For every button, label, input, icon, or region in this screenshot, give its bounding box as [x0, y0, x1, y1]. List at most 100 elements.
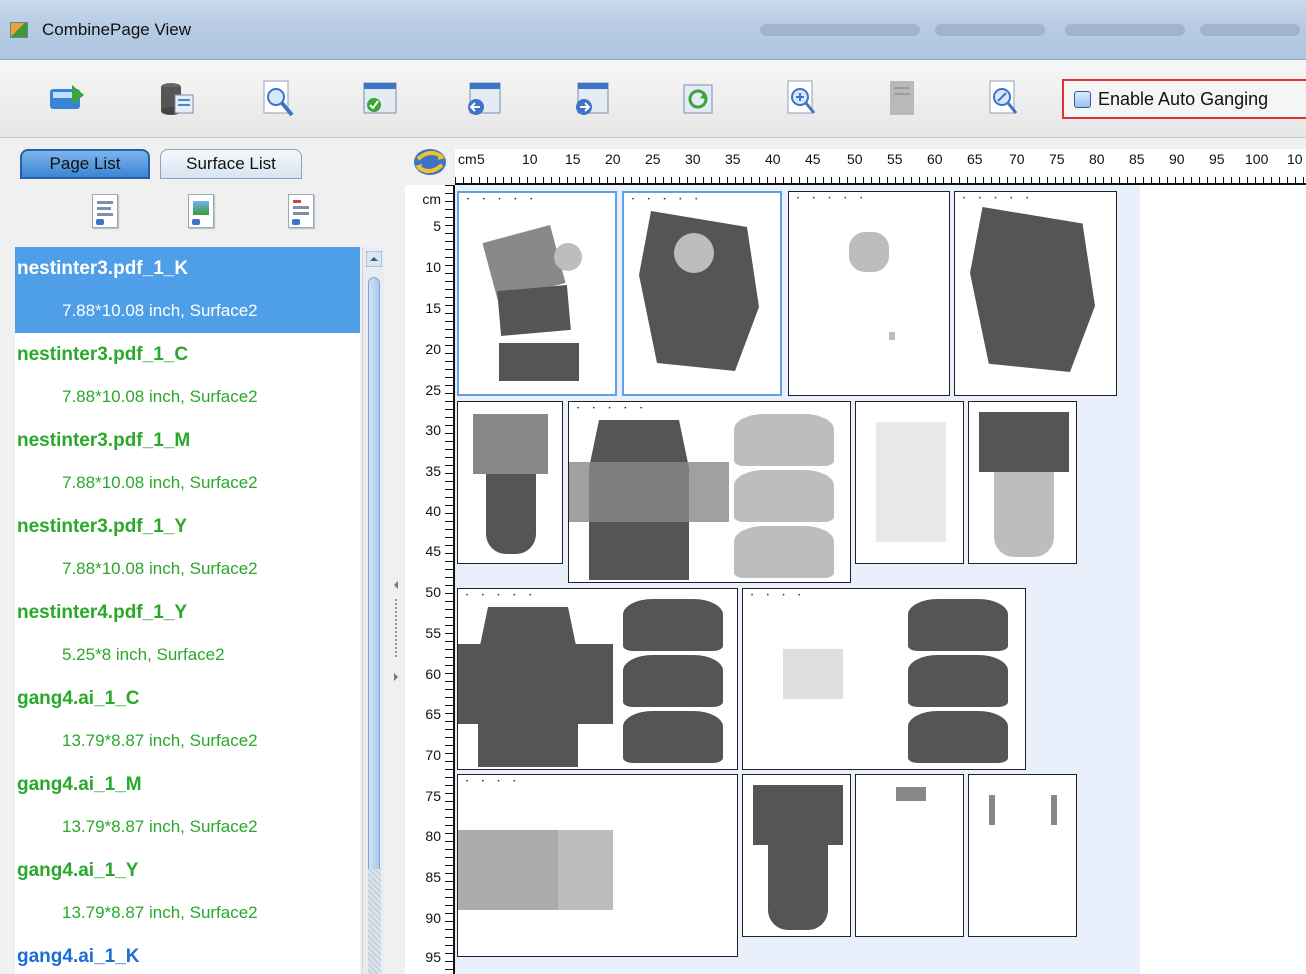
- detail-view-icon[interactable]: [288, 194, 314, 228]
- refresh-layout-button[interactable]: [676, 78, 720, 120]
- ruler-label: 70: [1009, 151, 1025, 167]
- placed-page[interactable]: [457, 401, 563, 564]
- scroll-thumb[interactable]: [368, 277, 380, 877]
- page-info: 7.88*10.08 inch, Surface2: [62, 301, 258, 320]
- ruler-label: 60: [425, 666, 441, 682]
- placed-page[interactable]: • • • • •: [954, 191, 1117, 396]
- ruler-unit: cm: [422, 191, 441, 207]
- ruler-label: 95: [1209, 151, 1225, 167]
- ruler-label: 15: [425, 300, 441, 316]
- placed-page[interactable]: [968, 401, 1077, 564]
- page-info: 7.88*10.08 inch, Surface2: [62, 559, 258, 578]
- list-item[interactable]: nestinter3.pdf_1_Y 7.88*10.08 inch, Surf…: [15, 505, 360, 591]
- ruler-unit: cm: [458, 151, 477, 167]
- move-left-button[interactable]: [462, 78, 506, 120]
- registration-marks: • • • •: [751, 593, 807, 599]
- tab-page-list[interactable]: Page List: [20, 149, 150, 179]
- left-panel: Page List Surface List nestinter3.pdf_1_…: [0, 139, 405, 974]
- preview-page-icon: [263, 80, 294, 117]
- zoom-in-icon: [787, 80, 816, 114]
- move-right-button[interactable]: [570, 78, 614, 120]
- ruler-label: 95: [425, 949, 441, 965]
- blurred-title-text: [935, 24, 1045, 36]
- ruler-label: 10: [1287, 151, 1303, 167]
- ruler-label: 15: [565, 151, 581, 167]
- page-info: 7.88*10.08 inch, Surface2: [62, 473, 258, 492]
- list-item[interactable]: nestinter3.pdf_1_C 7.88*10.08 inch, Surf…: [15, 333, 360, 419]
- splitter-grip: [395, 599, 397, 659]
- page-name: nestinter3.pdf_1_C: [17, 344, 189, 365]
- scroll-grip: [368, 869, 381, 974]
- placed-page[interactable]: [742, 774, 851, 937]
- registration-marks: • • • • •: [577, 406, 649, 412]
- accept-layout-button[interactable]: [358, 78, 402, 120]
- list-item[interactable]: nestinter3.pdf_1_K 7.88*10.08 inch, Surf…: [15, 247, 360, 333]
- collapse-left-icon[interactable]: [392, 579, 400, 591]
- page-disabled-button[interactable]: [880, 78, 924, 120]
- layout-canvas[interactable]: • • • • • • • • • • • • • • • • • • • • …: [455, 185, 1306, 974]
- auto-ganging-label: Enable Auto Ganging: [1098, 88, 1269, 109]
- checkbox-icon[interactable]: [1074, 90, 1091, 108]
- vertical-ruler: cm 5 10 15 20 25 30 35 40 45 50 55 60 65…: [405, 185, 455, 974]
- placed-page[interactable]: [968, 774, 1077, 937]
- placed-page[interactable]: • • • • •: [568, 401, 851, 583]
- ruler-label: 45: [425, 543, 441, 559]
- thumbnail-view-icon[interactable]: [188, 194, 214, 228]
- registration-marks: • • • •: [466, 779, 522, 785]
- list-item[interactable]: nestinter3.pdf_1_M 7.88*10.08 inch, Surf…: [15, 419, 360, 505]
- list-item[interactable]: gang4.ai_1_Y 13.79*8.87 inch, Surface2: [15, 849, 360, 935]
- ruler-label: 20: [605, 151, 621, 167]
- ruler-label: 30: [685, 151, 701, 167]
- ruler-label: 65: [967, 151, 983, 167]
- zoom-in-button[interactable]: [780, 78, 824, 120]
- list-item[interactable]: gang4.ai_1_M 13.79*8.87 inch, Surface2: [15, 763, 360, 849]
- page-info: 13.79*8.87 inch, Surface2: [62, 817, 258, 836]
- placed-page[interactable]: • • • • •: [788, 191, 950, 396]
- window-title: CombinePage View: [42, 20, 191, 39]
- ruler-label: 70: [425, 747, 441, 763]
- page-info: 5.25*8 inch, Surface2: [62, 645, 225, 664]
- refresh-icon[interactable]: [410, 146, 450, 178]
- page-info: 13.79*8.87 inch, Surface2: [62, 731, 258, 750]
- page-name: gang4.ai_1_M: [17, 774, 142, 795]
- list-item[interactable]: nestinter4.pdf_1_Y 5.25*8 inch, Surface2: [15, 591, 360, 677]
- ruler-label: 85: [1129, 151, 1145, 167]
- tab-surface-list[interactable]: Surface List: [160, 149, 302, 179]
- list-view-icon[interactable]: [92, 194, 118, 228]
- scroll-up-icon[interactable]: [366, 251, 382, 267]
- ruler-label: 5: [433, 218, 441, 234]
- page-name: nestinter3.pdf_1_M: [17, 430, 191, 451]
- list-item[interactable]: gang4.ai_1_C 13.79*8.87 inch, Surface2: [15, 677, 360, 763]
- registration-marks: • • • • •: [797, 196, 869, 202]
- auto-ganging-checkbox[interactable]: Enable Auto Ganging: [1062, 79, 1306, 119]
- placed-page[interactable]: • • • •: [457, 774, 738, 957]
- import-pages-icon: [50, 85, 84, 109]
- preview-page-button[interactable]: [256, 78, 300, 120]
- ruler-label: 90: [425, 910, 441, 926]
- page-name: gang4.ai_1_C: [17, 688, 140, 709]
- expand-right-icon[interactable]: [392, 671, 400, 683]
- import-pages-button[interactable]: [46, 78, 90, 120]
- list-item[interactable]: gang4.ai_1_K: [15, 935, 360, 974]
- ruler-label: 75: [425, 788, 441, 804]
- page-name: gang4.ai_1_Y: [17, 860, 139, 881]
- placed-page[interactable]: • • • • •: [457, 588, 738, 770]
- placed-page[interactable]: [855, 401, 964, 564]
- registration-marks: • • • • •: [467, 197, 539, 203]
- edit-page-button[interactable]: [982, 78, 1026, 120]
- database-button[interactable]: [155, 78, 199, 120]
- ruler-label: 5: [477, 151, 485, 167]
- page-name: nestinter4.pdf_1_Y: [17, 602, 187, 623]
- ruler-ticks: [455, 177, 1306, 185]
- press-sheet[interactable]: • • • • • • • • • • • • • • • • • • • • …: [455, 185, 1140, 974]
- placed-page[interactable]: [855, 774, 964, 937]
- placed-page[interactable]: • • • • •: [457, 191, 617, 396]
- page-info: 13.79*8.87 inch, Surface2: [62, 903, 258, 922]
- ruler-label: 85: [425, 869, 441, 885]
- panel-splitter[interactable]: [392, 579, 400, 699]
- ruler-label: 55: [425, 625, 441, 641]
- placed-page[interactable]: • • • •: [742, 588, 1026, 770]
- blurred-title-text: [760, 24, 920, 36]
- page-list-scrollbar[interactable]: [362, 247, 384, 974]
- placed-page[interactable]: • • • • •: [622, 191, 782, 396]
